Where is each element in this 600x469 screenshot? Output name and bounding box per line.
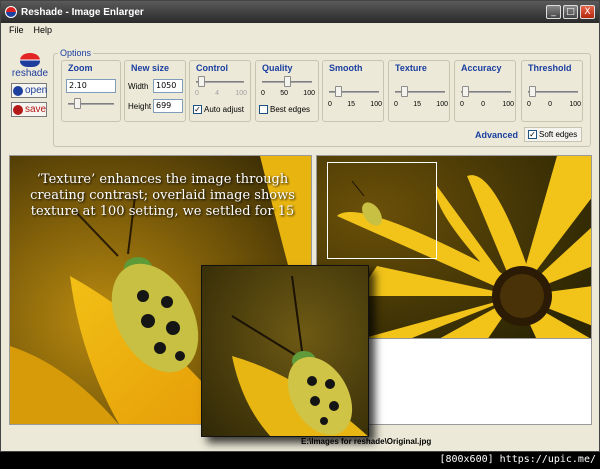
control-ticks: 0 4 100 bbox=[195, 90, 247, 97]
smooth-slider-thumb[interactable] bbox=[335, 86, 342, 97]
brand-panel: reshade open save bbox=[9, 53, 51, 117]
title-bar[interactable]: Reshade - Image Enlarger _ □ X bbox=[1, 1, 599, 23]
best-edges-checkbox[interactable]: Best edges bbox=[259, 105, 310, 114]
open-icon bbox=[13, 85, 23, 96]
viewport-selection-rect[interactable] bbox=[327, 162, 437, 259]
height-label: Height bbox=[128, 102, 152, 111]
maximize-button[interactable]: □ bbox=[563, 5, 578, 19]
options-legend: Options bbox=[58, 48, 94, 58]
new-size-group: New size Width 1050 Height 699 bbox=[124, 60, 186, 122]
auto-adjust-checkbox[interactable]: ✓ Auto adjust bbox=[193, 105, 244, 114]
zoom-input[interactable]: 2.10 bbox=[66, 79, 116, 93]
smooth-label: Smooth bbox=[329, 63, 363, 73]
save-button[interactable]: save bbox=[11, 102, 47, 117]
beetle-texture-image bbox=[202, 266, 368, 436]
control-slider-thumb[interactable] bbox=[198, 76, 205, 87]
open-label: open bbox=[25, 85, 48, 96]
texture-overlay-image bbox=[201, 265, 369, 437]
texture-slider-thumb[interactable] bbox=[401, 86, 408, 97]
zoom-slider-thumb[interactable] bbox=[74, 98, 81, 109]
window-title: Reshade - Image Enlarger bbox=[21, 6, 144, 18]
quality-label: Quality bbox=[262, 63, 293, 73]
threshold-group: Threshold 0 0 100 bbox=[521, 60, 583, 122]
threshold-label: Threshold bbox=[528, 63, 572, 73]
minimize-button[interactable]: _ bbox=[546, 5, 561, 19]
quality-group: Quality 0 50 100 Best edges bbox=[255, 60, 319, 122]
width-input[interactable]: 1050 bbox=[153, 79, 183, 93]
overlay-caption: ‘Texture’ enhances the image through cre… bbox=[30, 172, 295, 219]
soft-edges-checkbox[interactable]: ✓ Soft edges bbox=[528, 130, 577, 139]
best-edges-label: Best edges bbox=[270, 105, 311, 114]
open-button[interactable]: open bbox=[11, 83, 47, 98]
soft-edges-label: Soft edges bbox=[539, 130, 578, 139]
accuracy-group: Accuracy 0 0 100 bbox=[454, 60, 516, 122]
auto-adjust-label: Auto adjust bbox=[204, 105, 245, 114]
watermark: [800x600] https://upic.me/ bbox=[439, 454, 596, 465]
accuracy-ticks: 0 0 100 bbox=[460, 101, 514, 108]
new-size-label: New size bbox=[131, 63, 170, 73]
texture-group: Texture 0 15 100 bbox=[388, 60, 450, 122]
texture-label: Texture bbox=[395, 63, 427, 73]
save-icon bbox=[13, 104, 23, 115]
threshold-slider-thumb[interactable] bbox=[529, 86, 536, 97]
reshade-logo-icon bbox=[20, 53, 40, 67]
advanced-link[interactable]: Advanced bbox=[475, 130, 518, 140]
menu-file[interactable]: File bbox=[9, 23, 24, 38]
height-input[interactable]: 699 bbox=[153, 99, 183, 113]
options-panel: Options Zoom 2.10 New size Width 1050 He… bbox=[53, 48, 591, 147]
save-label: save bbox=[25, 104, 47, 115]
texture-ticks: 0 15 100 bbox=[394, 101, 448, 108]
zoom-group: Zoom 2.10 bbox=[61, 60, 121, 122]
control-label: Control bbox=[196, 63, 228, 73]
width-label: Width bbox=[128, 82, 149, 91]
accuracy-slider-thumb[interactable] bbox=[462, 86, 469, 97]
smooth-group: Smooth 0 15 100 bbox=[322, 60, 384, 122]
best-edges-box[interactable] bbox=[259, 105, 268, 114]
menu-help[interactable]: Help bbox=[34, 23, 53, 38]
auto-adjust-box[interactable]: ✓ bbox=[193, 105, 202, 114]
control-group: Control 0 4 100 ✓ Auto adjust bbox=[189, 60, 251, 122]
threshold-ticks: 0 0 100 bbox=[527, 101, 581, 108]
smooth-ticks: 0 15 100 bbox=[328, 101, 382, 108]
soft-edges-box[interactable]: ✓ bbox=[528, 130, 537, 139]
menu-bar: File Help bbox=[1, 23, 599, 38]
quality-slider-thumb[interactable] bbox=[284, 76, 291, 87]
soft-edges-frame: ✓ Soft edges bbox=[524, 127, 582, 142]
brand-logo-text: reshade bbox=[11, 68, 49, 79]
accuracy-label: Accuracy bbox=[461, 63, 502, 73]
close-button[interactable]: X bbox=[580, 5, 595, 19]
zoom-label: Zoom bbox=[68, 63, 93, 73]
app-logo-icon bbox=[5, 6, 17, 18]
quality-ticks: 0 50 100 bbox=[261, 90, 315, 97]
